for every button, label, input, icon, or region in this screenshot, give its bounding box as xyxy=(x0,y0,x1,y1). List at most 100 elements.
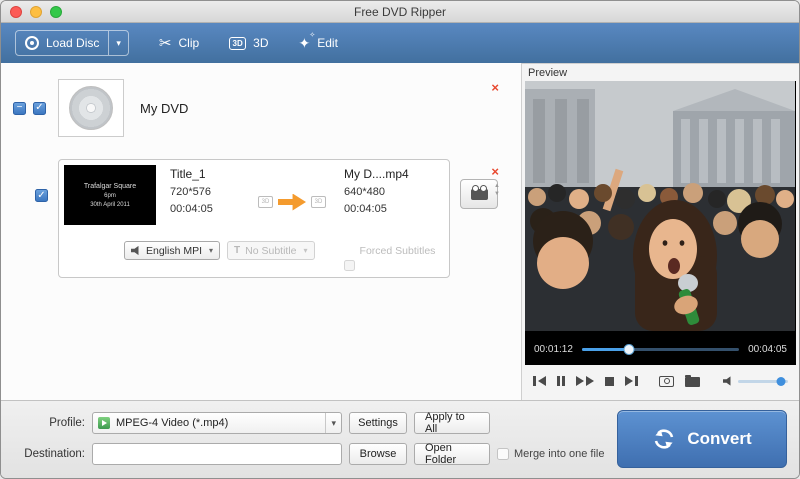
seek-fill xyxy=(582,348,629,351)
subtitle-select[interactable]: T No Subtitle ▾ xyxy=(227,241,315,260)
source-resolution: 720*576 xyxy=(170,184,256,201)
fast-forward-icon xyxy=(576,376,584,386)
threed-label: 3D xyxy=(253,36,268,50)
total-time: 00:04:05 xyxy=(748,344,787,355)
forced-subtitles-checkbox[interactable] xyxy=(344,260,355,271)
threed-button[interactable]: 3D 3D xyxy=(229,36,268,50)
reorder-controls: ▲ ▼ xyxy=(494,183,500,197)
output-resolution: 640*480 xyxy=(344,184,430,201)
edit-sparkle-icon: ✦✧ xyxy=(299,36,311,50)
convert-label: Convert xyxy=(687,429,751,449)
thumb-caption-3: 30th April 2011 xyxy=(90,202,130,208)
speaker-icon xyxy=(131,246,141,256)
source-title: Title_1 xyxy=(170,165,256,184)
profile-select[interactable]: MPEG-4 Video (*.mp4) ▾ xyxy=(92,412,342,434)
forced-subtitles-label: Forced Subtitles xyxy=(360,245,436,257)
merge-option: Merge into one file xyxy=(497,448,605,460)
main-toolbar: Load Disc ▾ ✂ Clip 3D 3D ✦✧ Edit xyxy=(1,23,799,63)
skip-forward-icon xyxy=(635,376,638,386)
load-disc-split-button: Load Disc ▾ xyxy=(15,30,129,56)
conversion-indicator: 3D 3D xyxy=(258,179,326,225)
merge-checkbox[interactable] xyxy=(497,448,509,460)
remove-title-button[interactable]: × xyxy=(491,165,499,178)
folder-icon xyxy=(685,377,700,387)
load-disc-button[interactable]: Load Disc xyxy=(16,31,108,55)
stop-button[interactable] xyxy=(605,377,614,386)
title-row: ✓ Trafalgar Square 6pm 30th April 2011 T… xyxy=(13,159,505,278)
title-settings-button[interactable] xyxy=(460,179,498,209)
settings-button[interactable]: Settings xyxy=(349,412,407,434)
volume-thumb[interactable] xyxy=(777,377,786,386)
open-folder-button[interactable]: Open Folder xyxy=(414,443,490,465)
seek-slider[interactable] xyxy=(582,348,739,351)
source-info: Title_1 720*576 00:04:05 xyxy=(170,165,256,225)
content-area: − ✓ My DVD × ✓ Trafalgar Square 6pm 30th xyxy=(1,63,799,402)
dvd-thumbnail xyxy=(58,79,124,137)
remove-dvd-button[interactable]: × xyxy=(491,81,499,94)
destination-label: Destination: xyxy=(19,448,85,460)
preview-label: Preview xyxy=(528,67,796,79)
edit-button[interactable]: ✦✧ Edit xyxy=(299,36,338,50)
profile-value: MPEG-4 Video (*.mp4) xyxy=(116,417,319,429)
title-card: Trafalgar Square 6pm 30th April 2011 Tit… xyxy=(58,159,450,278)
profile-label: Profile: xyxy=(19,417,85,429)
apply-to-all-button[interactable]: Apply to All xyxy=(414,412,490,434)
previous-button[interactable] xyxy=(533,376,546,386)
playback-timebar: 00:01:12 00:04:05 xyxy=(525,333,796,365)
clip-label: Clip xyxy=(178,36,199,50)
footer-bar: Profile: MPEG-4 Video (*.mp4) ▾ Settings… xyxy=(1,400,799,478)
thumb-caption-2: 6pm xyxy=(104,193,116,199)
scissors-icon: ✂ xyxy=(159,36,172,51)
browse-button[interactable]: Browse xyxy=(349,443,407,465)
camcorder-icon xyxy=(471,189,488,200)
minimize-window-button[interactable] xyxy=(30,6,42,18)
stop-icon xyxy=(605,377,614,386)
app-window: Free DVD Ripper Load Disc ▾ ✂ Clip 3D 3D… xyxy=(0,0,800,479)
volume-slider[interactable] xyxy=(738,380,788,383)
chevron-down-icon: ▾ xyxy=(209,246,213,255)
convert-sync-icon xyxy=(652,427,676,451)
window-title: Free DVD Ripper xyxy=(354,5,446,19)
load-disc-dropdown[interactable]: ▾ xyxy=(108,31,128,55)
preview-video: 00:01:12 00:04:05 xyxy=(525,81,796,365)
playback-controls xyxy=(525,365,796,397)
merge-label: Merge into one file xyxy=(514,448,605,460)
seek-thumb[interactable] xyxy=(624,344,635,355)
pause-icon xyxy=(562,376,565,386)
load-disc-label: Load Disc xyxy=(46,36,99,50)
dvd-name: My DVD xyxy=(140,101,188,116)
close-window-button[interactable] xyxy=(10,6,22,18)
audio-track-value: English MPI xyxy=(146,245,202,257)
subtitle-value: No Subtitle xyxy=(245,245,296,257)
dvd-list-pane: − ✓ My DVD × ✓ Trafalgar Square 6pm 30th xyxy=(1,63,521,402)
skip-back-icon xyxy=(538,376,546,386)
traffic-lights xyxy=(10,6,62,18)
zoom-window-button[interactable] xyxy=(50,6,62,18)
preview-pane: Preview xyxy=(521,63,799,402)
audio-track-select[interactable]: English MPI ▾ xyxy=(124,241,220,260)
dvd-checkbox[interactable]: ✓ xyxy=(33,102,46,115)
clip-button[interactable]: ✂ Clip xyxy=(159,36,199,51)
disc-icon xyxy=(25,36,39,50)
elapsed-time: 00:01:12 xyxy=(534,344,573,355)
move-down-button[interactable]: ▼ xyxy=(494,191,500,197)
skip-forward-icon xyxy=(625,376,633,386)
pause-button[interactable] xyxy=(557,376,565,386)
pause-icon xyxy=(557,376,560,386)
dvd-row: − ✓ My DVD × xyxy=(13,77,505,139)
source-2d3d-icon: 3D xyxy=(258,196,273,208)
move-up-button[interactable]: ▲ xyxy=(494,183,500,189)
title-checkbox[interactable]: ✓ xyxy=(35,189,48,202)
output-duration: 00:04:05 xyxy=(344,201,430,218)
convert-arrow-icon xyxy=(278,194,306,211)
snapshot-button[interactable] xyxy=(659,376,674,387)
collapse-toggle[interactable]: − xyxy=(13,102,26,115)
next-button[interactable] xyxy=(625,376,638,386)
forced-subtitles-option: Forced Subtitles xyxy=(322,230,436,271)
destination-input[interactable] xyxy=(92,443,342,465)
check-icon: ✓ xyxy=(35,103,43,113)
subtitle-icon: T xyxy=(234,245,240,256)
convert-button[interactable]: Convert xyxy=(617,410,787,468)
fast-forward-button[interactable] xyxy=(576,376,594,386)
snapshot-folder-button[interactable] xyxy=(685,375,700,387)
